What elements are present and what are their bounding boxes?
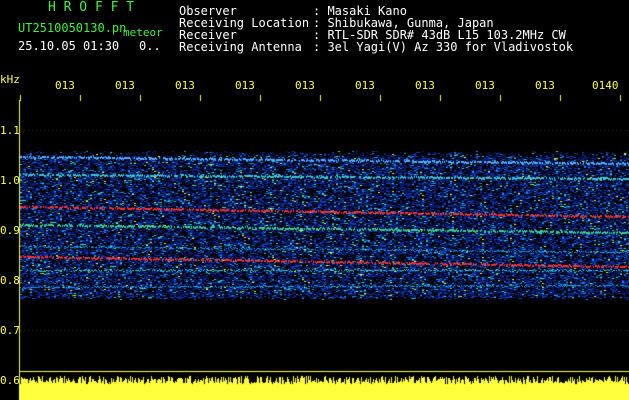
y-tick-label: 1.1 xyxy=(0,124,20,137)
info-label-antenna: Receiving Antenna xyxy=(179,40,302,54)
spectrogram-canvas xyxy=(0,0,629,400)
y-tick-label: 0.7 xyxy=(0,324,20,337)
x-tick-label: 013 xyxy=(115,79,135,92)
y-tick-label: 1.0 xyxy=(0,174,20,187)
x-tick-label: 013 xyxy=(295,79,315,92)
brand-title: H R O F F T xyxy=(48,0,135,15)
x-tick-label: 013 xyxy=(175,79,195,92)
x-tick-label: 013 xyxy=(535,79,555,92)
datetime-label: 25.10.05 01:30 xyxy=(18,39,120,53)
x-tick-label: 013 xyxy=(235,79,255,92)
count-label: 0.. xyxy=(139,39,161,53)
x-tick-label: 013 xyxy=(475,79,495,92)
y-tick-label: 0.8 xyxy=(0,274,20,287)
filename-label: UT2510050130.pn xyxy=(18,21,127,35)
x-tick-label: 013 xyxy=(415,79,435,92)
x-tick-label: 0140 xyxy=(592,79,619,92)
y-unit-label: kHz xyxy=(0,73,20,86)
mode-label: meteor xyxy=(123,26,163,39)
x-tick-label: 013 xyxy=(55,79,75,92)
x-tick-label: 013 xyxy=(355,79,375,92)
y-tick-label: 0.9 xyxy=(0,224,20,237)
y-tick-label: 0.6 xyxy=(0,374,20,387)
info-value-antenna: : 3el Yagi(V) Az 330 for Vladivostok xyxy=(313,40,574,54)
